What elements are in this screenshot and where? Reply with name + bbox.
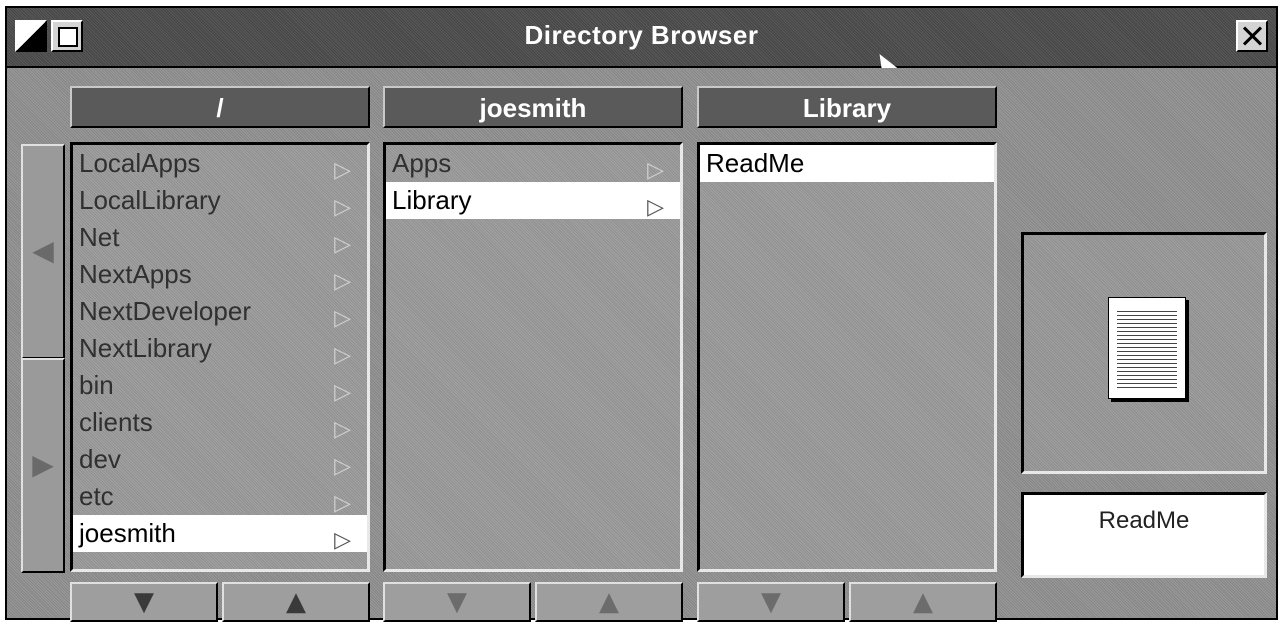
window-title: Directory Browser	[524, 20, 759, 50]
list-item[interactable]: NextApps ▷	[73, 256, 367, 293]
column-3-scroll-up-button[interactable]: ▲	[849, 582, 997, 622]
column-list-library[interactable]: ReadMe	[697, 142, 997, 572]
column-list-joesmith[interactable]: Apps ▷ Library ▷	[383, 142, 683, 572]
list-item[interactable]: LocalLibrary ▷	[73, 182, 367, 219]
list-item-label: dev	[79, 444, 121, 474]
list-item[interactable]: dev ▷	[73, 441, 367, 478]
list-item[interactable]: Library ▷	[386, 182, 680, 219]
list-item-label: LocalApps	[79, 148, 201, 178]
list-item[interactable]: clients ▷	[73, 404, 367, 441]
list-item-label: joesmith	[79, 518, 176, 548]
list-item-label: bin	[79, 370, 114, 400]
column-header-root: /	[70, 86, 370, 128]
list-item[interactable]: etc ▷	[73, 478, 367, 515]
up-arrow-icon: ▲	[913, 587, 933, 617]
column-3-scroll-down-button[interactable]: ▼	[697, 582, 845, 622]
list-item[interactable]: Net ▷	[73, 219, 367, 256]
column-1-scroll-up-button[interactable]: ▲	[222, 582, 370, 622]
list-item-label: clients	[79, 407, 153, 437]
close-button[interactable]	[1236, 20, 1268, 52]
list-item-label: NextLibrary	[79, 333, 212, 363]
column-2-scroll-up-button[interactable]: ▲	[535, 582, 683, 622]
list-item-label: LocalLibrary	[79, 185, 221, 215]
column-header-library: Library	[697, 86, 997, 128]
scroll-left-button[interactable]: ◀	[21, 144, 65, 359]
document-icon[interactable]	[1108, 297, 1186, 399]
browser-content: ◀ ▶ / LocalApps ▷ LocalLibrary ▷ Net ▷ NextApp…	[7, 68, 1276, 622]
list-item[interactable]: joesmith ▷	[73, 515, 367, 552]
column-list-root[interactable]: LocalApps ▷ LocalLibrary ▷ Net ▷ NextApps ▷ Next…	[70, 142, 370, 572]
list-item-label: Net	[79, 222, 120, 252]
list-item-label: etc	[79, 481, 114, 511]
list-item-label: ReadMe	[706, 148, 805, 178]
list-item[interactable]: NextLibrary ▷	[73, 330, 367, 367]
list-item-label: Apps	[392, 148, 452, 178]
list-item[interactable]: LocalApps ▷	[73, 145, 367, 182]
branch-arrow-icon: ▷	[334, 527, 351, 552]
selected-filename: ReadMe	[1021, 492, 1267, 578]
list-item[interactable]: NextDeveloper ▷	[73, 293, 367, 330]
column-header-joesmith: joesmith	[383, 86, 683, 128]
list-item[interactable]: ReadMe	[700, 145, 994, 182]
list-item-label: NextApps	[79, 259, 192, 289]
up-arrow-icon: ▲	[286, 587, 306, 617]
branch-arrow-icon: ▷	[647, 194, 664, 219]
list-item-label: NextDeveloper	[79, 296, 251, 326]
down-arrow-icon: ▼	[447, 587, 467, 617]
list-item-label: Library	[392, 185, 472, 215]
column-1-scroll-down-button[interactable]: ▼	[70, 582, 218, 622]
down-arrow-icon: ▼	[761, 587, 781, 617]
title-bar[interactable]: Directory Browser	[7, 8, 1276, 68]
list-item[interactable]: bin ▷	[73, 367, 367, 404]
left-arrow-icon: ◀	[32, 234, 54, 267]
right-arrow-icon: ▶	[32, 448, 54, 481]
column-2-scroll-down-button[interactable]: ▼	[383, 582, 531, 622]
down-arrow-icon: ▼	[134, 587, 154, 617]
file-icon-well	[1021, 232, 1267, 474]
scroll-right-button[interactable]: ▶	[21, 358, 65, 573]
list-item[interactable]: Apps ▷	[386, 145, 680, 182]
up-arrow-icon: ▲	[599, 587, 619, 617]
directory-browser-window: Directory Browser ◀ ▶ / LocalApps ▷ LocalL…	[5, 6, 1278, 622]
